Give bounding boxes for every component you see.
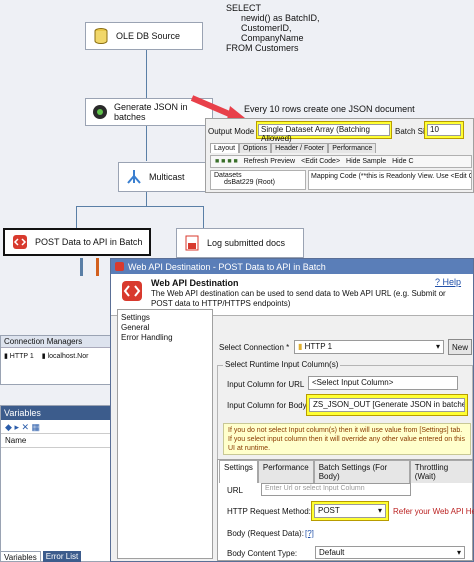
tab-settings[interactable]: Settings [219, 460, 258, 483]
method-select[interactable]: POST ▾ [314, 504, 386, 518]
toolbar-icons: ■ ■ ■ ■ [215, 158, 238, 165]
method-hint: Refer your Web API Help [393, 507, 474, 516]
connection-item[interactable]: ▮ localhost.Nor [42, 352, 89, 360]
nav-error-handling[interactable]: Error Handling [121, 333, 209, 343]
flow-connector [146, 50, 147, 98]
content-type-select[interactable]: Default ▾ [315, 546, 465, 559]
connection-item[interactable]: ▮ HTTP 1 [4, 352, 34, 360]
variables-panel: Variables ◆ ▸ ✕ ▦ Name [0, 405, 115, 562]
dialog-tabs: Settings Performance Batch Settings (For… [219, 460, 473, 483]
chevron-down-icon: ▾ [456, 548, 461, 557]
select-connection-label: Select Connection * [219, 343, 290, 352]
batch-size-input[interactable]: 10 [427, 124, 461, 136]
batch-annotation: Every 10 rows create one JSON document [244, 104, 415, 114]
url-label: URL [227, 486, 244, 495]
json-generator-panel: Output Mode Single Dataset Array (Batchi… [205, 118, 474, 193]
input-url-select[interactable]: <Select Input Column> [308, 376, 458, 390]
delete-icon[interactable]: ✕ [21, 422, 29, 432]
body-label: Body (Request Data): [227, 529, 304, 538]
error-path-arrow [96, 258, 99, 276]
help-icon: ? [435, 277, 441, 287]
hide-sample-button[interactable]: Hide Sample [346, 158, 386, 165]
input-body-label: Input Column for Body [227, 401, 307, 410]
chevron-down-icon: ▾ [435, 342, 440, 351]
body-help-link[interactable]: [?] [305, 529, 314, 538]
multicast-icon [125, 168, 143, 186]
connection-icon: ▮ [298, 342, 303, 351]
flow-connector [203, 206, 204, 228]
runtime-info-note: If you do not select Input column(s) the… [223, 423, 471, 455]
node-label: Log submitted docs [207, 238, 286, 248]
connection-managers-panel: Connection Managers ▮ HTTP 1 ▮ localhost… [0, 335, 115, 385]
new-connection-button[interactable]: New [448, 339, 472, 355]
json-toolbar: ■ ■ ■ ■ Refresh Preview <Edit Code> Hide… [210, 155, 472, 168]
output-path-arrow [80, 258, 83, 276]
dialog-description: The Web API destination can be used to s… [151, 289, 446, 308]
log-docs-node[interactable]: Log submitted docs [176, 228, 304, 258]
tree-root[interactable]: Datasets [214, 172, 302, 179]
url-input[interactable]: Enter Url or select Input Column [261, 483, 411, 496]
help-link[interactable]: ? Help [435, 277, 461, 287]
database-icon [92, 27, 110, 45]
dialog-heading: Web API Destination [151, 278, 239, 288]
output-mode-label: Output Mode [208, 127, 255, 136]
node-label: Multicast [149, 172, 185, 182]
content-type-label: Body Content Type: [227, 549, 298, 558]
app-icon [115, 262, 124, 271]
dialog-title: Web API Destination - POST Data to API i… [128, 261, 326, 272]
runtime-group-title: Select Runtime Input Column(s) [223, 360, 341, 369]
tab-performance[interactable]: Performance [328, 143, 377, 153]
node-label: POST Data to API in Batch [35, 237, 143, 247]
mapping-code-note: Mapping Code (**this is Readonly View. U… [308, 170, 472, 190]
connection-managers-header: Connection Managers [1, 336, 114, 348]
json-generator-icon [92, 103, 108, 121]
edit-code-button[interactable]: <Edit Code> [301, 158, 340, 165]
tab-variables[interactable]: Variables [0, 551, 41, 562]
output-mode-select[interactable]: Single Dataset Array (Batching Allowed) [258, 124, 390, 143]
tab-error-list[interactable]: Error List [42, 551, 82, 562]
log-destination-icon [183, 234, 201, 252]
refresh-preview-button[interactable]: Refresh Preview [244, 158, 295, 165]
multicast-node[interactable]: Multicast [118, 162, 208, 192]
chevron-down-icon: ▾ [377, 506, 382, 515]
sql-query-text: SELECT newid() as BatchID, CustomerID, C… [226, 3, 320, 53]
connection-select[interactable]: ▮ HTTP 1 ▾ [294, 340, 444, 354]
json-panel-tabs: Layout Options Header / Footer Performan… [210, 143, 377, 153]
tree-child[interactable]: dsBat229 (Root) [214, 179, 302, 186]
flow-connector [76, 206, 77, 228]
ole-db-source-node[interactable]: OLE DB Source [85, 22, 203, 50]
tab-batch-settings[interactable]: Batch Settings (For Body) [313, 460, 410, 483]
flow-connector [146, 126, 147, 161]
web-api-destination-dialog: Web API Destination - POST Data to API i… [110, 258, 474, 562]
bottom-tabs: Variables Error List [0, 551, 110, 562]
grid-options-icon[interactable]: ▦ [32, 422, 41, 432]
node-label: OLE DB Source [116, 31, 181, 41]
dialog-nav: Settings General Error Handling [117, 309, 213, 559]
move-icon[interactable]: ▸ [14, 422, 19, 432]
add-variable-icon[interactable]: ◆ [5, 422, 12, 432]
method-label: HTTP Request Method: [227, 507, 311, 516]
tab-layout[interactable]: Layout [210, 143, 240, 153]
variables-toolbar: ◆ ▸ ✕ ▦ [1, 420, 114, 434]
web-api-icon [11, 233, 29, 251]
post-data-node[interactable]: POST Data to API in Batch [3, 228, 151, 256]
variables-header: Variables [1, 406, 114, 420]
flow-connector [146, 192, 147, 206]
flow-connector [76, 206, 203, 207]
nav-settings[interactable]: Settings [121, 313, 209, 323]
tab-header-footer[interactable]: Header / Footer [271, 143, 329, 153]
web-api-logo-icon [121, 280, 143, 304]
input-body-select[interactable]: ZS_JSON_OUT [Generate JSON in batches] [309, 398, 465, 412]
input-url-label: Input Column for URL [227, 380, 305, 389]
variables-name-column: Name [1, 434, 114, 448]
dataset-tree: Datasets dsBat229 (Root) [210, 170, 306, 190]
tab-performance[interactable]: Performance [257, 460, 314, 483]
tab-options[interactable]: Options [239, 143, 272, 153]
hide-code-button[interactable]: Hide C [392, 158, 413, 165]
dialog-titlebar: Web API Destination - POST Data to API i… [111, 259, 473, 274]
tab-throttling[interactable]: Throttling (Wait) [409, 460, 473, 483]
nav-general[interactable]: General [121, 323, 209, 333]
